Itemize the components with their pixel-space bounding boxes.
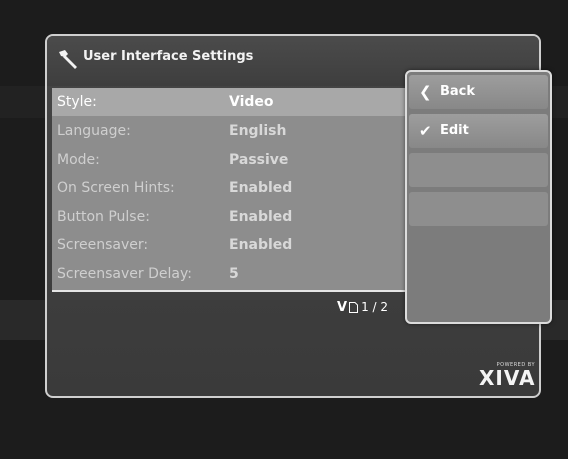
- setting-label: Mode:: [57, 152, 100, 168]
- empty-action-slot: [409, 153, 548, 187]
- setting-label: On Screen Hints:: [57, 180, 175, 196]
- page-count: 1 / 2: [361, 300, 389, 314]
- settings-list: Style: Video Language: English Mode: Pas…: [52, 88, 442, 292]
- back-button-label: Back: [440, 84, 476, 99]
- chevron-left-icon: ❮: [419, 83, 432, 101]
- setting-label: Button Pulse:: [57, 209, 150, 225]
- setting-row-style[interactable]: Style: Video: [52, 88, 442, 116]
- setting-row-language[interactable]: Language: English: [52, 117, 442, 145]
- setting-value: Enabled: [229, 209, 293, 225]
- xiva-logo: POWERED BY XIVA: [479, 362, 535, 388]
- setting-label: Style:: [57, 94, 97, 110]
- brand-name: XIVA: [479, 366, 536, 390]
- setting-row-screensaver[interactable]: Screensaver: Enabled: [52, 231, 442, 259]
- wrench-icon: [59, 50, 77, 69]
- setting-value: Video: [229, 94, 274, 110]
- checkmark-icon: ✔: [419, 122, 432, 140]
- edit-button[interactable]: ✔ Edit: [409, 114, 548, 148]
- setting-value: Passive: [229, 152, 289, 168]
- setting-label: Screensaver Delay:: [57, 266, 192, 282]
- chevron-down-icon[interactable]: V: [337, 300, 347, 315]
- page-indicator: V 1 / 2: [337, 298, 388, 316]
- dialog-title: User Interface Settings: [83, 49, 254, 64]
- setting-row-mode[interactable]: Mode: Passive: [52, 146, 442, 174]
- setting-row-screensaver-delay[interactable]: Screensaver Delay: 5: [52, 260, 442, 288]
- setting-label: Language:: [57, 123, 131, 139]
- back-button[interactable]: ❮ Back: [409, 75, 548, 109]
- edit-button-label: Edit: [440, 123, 469, 138]
- empty-action-slot: [409, 192, 548, 226]
- page-icon: [349, 302, 359, 313]
- setting-value: English: [229, 123, 287, 139]
- setting-row-button-pulse[interactable]: Button Pulse: Enabled: [52, 203, 442, 231]
- setting-row-on-screen-hints[interactable]: On Screen Hints: Enabled: [52, 174, 442, 202]
- action-menu: ❮ Back ✔ Edit: [405, 70, 552, 324]
- setting-value: Enabled: [229, 237, 293, 253]
- setting-value: Enabled: [229, 180, 293, 196]
- setting-label: Screensaver:: [57, 237, 149, 253]
- setting-value: 5: [229, 266, 239, 282]
